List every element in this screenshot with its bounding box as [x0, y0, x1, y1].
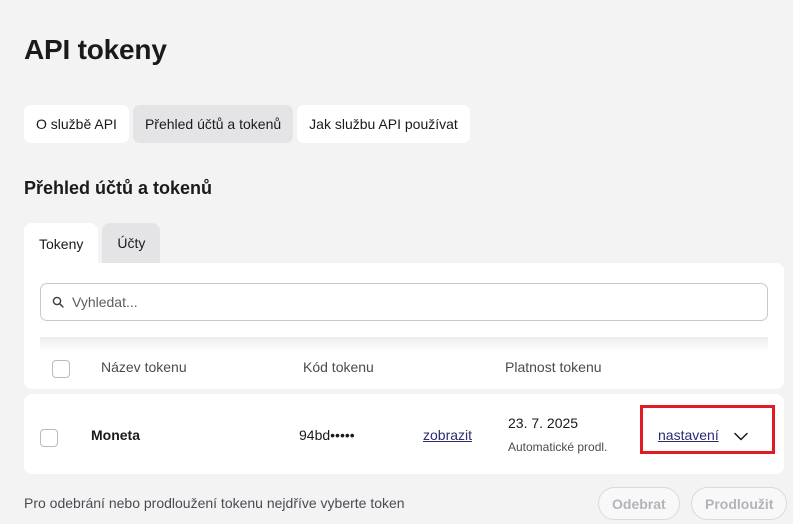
select-all-checkbox[interactable]	[52, 360, 70, 378]
column-header-code: Kód tokenu	[303, 359, 374, 375]
search-input[interactable]	[72, 294, 712, 310]
remove-button[interactable]: Odebrat	[598, 487, 680, 520]
tab-about-api[interactable]: O službě API	[24, 105, 129, 143]
tab-accounts-tokens-overview[interactable]: Přehled účtů a tokenů	[132, 105, 294, 143]
token-code: 94bd•••••	[299, 427, 355, 443]
table-row: Moneta 94bd••••• zobrazit 23. 7. 2025 Au…	[24, 394, 784, 474]
column-header-validity: Platnost tokenu	[505, 359, 602, 375]
chevron-down-icon[interactable]	[734, 432, 748, 441]
row-checkbox[interactable]	[40, 429, 58, 447]
validity-date: 23. 7. 2025	[508, 415, 579, 431]
search-icon	[52, 296, 64, 308]
search-box[interactable]	[40, 283, 768, 321]
page-title: API tokeny	[24, 34, 167, 65]
sub-tab-bar: Tokeny Účty	[24, 223, 161, 264]
token-name: Moneta	[91, 427, 140, 443]
footer-hint: Pro odebrání nebo prodloužení tokenu nej…	[24, 495, 405, 511]
show-token-link[interactable]: zobrazit	[423, 427, 472, 443]
settings-link[interactable]: nastavení	[658, 427, 719, 443]
tab-accounts[interactable]: Účty	[102, 223, 161, 263]
top-tab-bar: O službě API Přehled účtů a tokenů Jak s…	[24, 105, 470, 143]
validity-note: Automatické prodl.	[508, 440, 608, 454]
tab-tokens[interactable]: Tokeny	[24, 223, 99, 264]
table-header-divider	[40, 337, 768, 351]
tab-how-to-use-api[interactable]: Jak službu API používat	[297, 105, 470, 143]
extend-button[interactable]: Prodloužit	[691, 487, 788, 520]
column-header-name: Název tokenu	[101, 359, 187, 375]
tokens-panel: Název tokenu Kód tokenu Platnost tokenu	[24, 263, 784, 389]
section-title: Přehled účtů a tokenů	[24, 178, 213, 198]
